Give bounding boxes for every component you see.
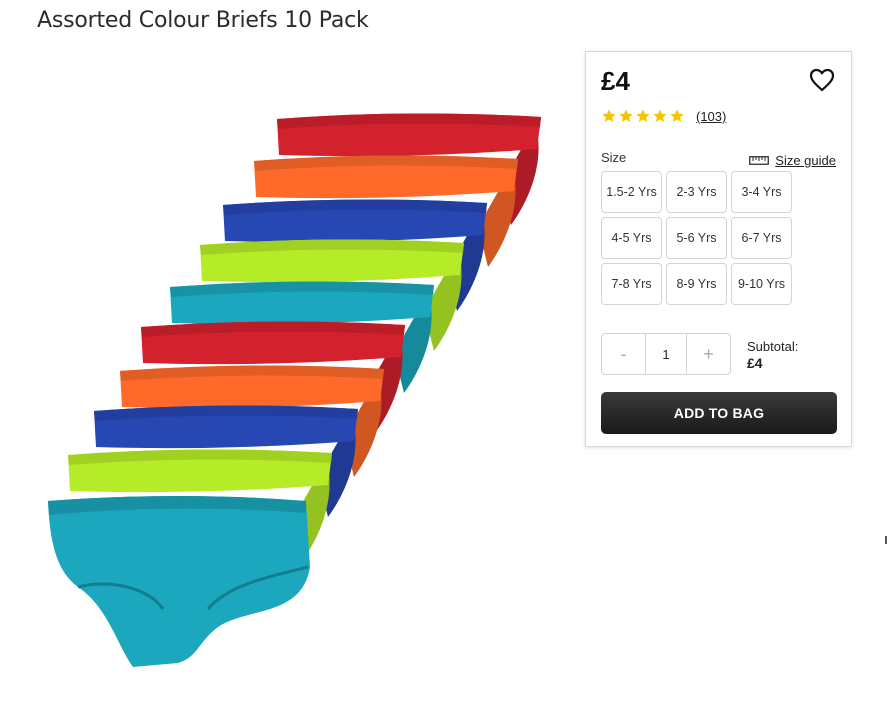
quantity-increase-button[interactable]: + (687, 334, 730, 374)
size-options: 1.5-2 Yrs 2-3 Yrs 3-4 Yrs 4-5 Yrs 5-6 Yr… (601, 171, 792, 305)
buy-box: £4 (103) Size Size guide 1.5-2 Yrs 2-3 Y… (585, 51, 852, 447)
size-guide-link[interactable]: Size guide (749, 153, 836, 168)
star-icon (670, 109, 684, 122)
size-option[interactable]: 3-4 Yrs (731, 171, 792, 213)
size-option[interactable]: 2-3 Yrs (666, 171, 727, 213)
quantity-decrease-button[interactable]: - (602, 334, 645, 374)
size-option[interactable]: 7-8 Yrs (601, 263, 662, 305)
size-label: Size (601, 150, 627, 165)
size-guide-label: Size guide (775, 153, 836, 168)
brief-item (48, 496, 310, 667)
star-icon (636, 109, 650, 122)
review-count-link[interactable]: (103) (696, 109, 726, 124)
subtotal-value: £4 (747, 355, 763, 371)
subtotal: Subtotal: £4 (747, 338, 798, 372)
star-icon (602, 109, 616, 122)
size-option[interactable]: 9-10 Yrs (731, 263, 792, 305)
size-option[interactable]: 5-6 Yrs (666, 217, 727, 259)
subtotal-label: Subtotal: (747, 339, 799, 354)
add-to-bag-button[interactable]: ADD TO BAG (601, 392, 837, 434)
size-option[interactable]: 6-7 Yrs (731, 217, 792, 259)
star-icon (653, 109, 667, 122)
size-option[interactable]: 1.5-2 Yrs (601, 171, 662, 213)
quantity-value[interactable]: 1 (645, 334, 687, 374)
heart-outline-icon[interactable] (809, 68, 835, 92)
briefs-product-image (48, 113, 541, 667)
size-option[interactable]: 8-9 Yrs (666, 263, 727, 305)
price: £4 (601, 66, 630, 96)
rating-stars (601, 108, 685, 124)
product-title: Assorted Colour Briefs 10 Pack (37, 8, 369, 33)
ruler-icon (749, 156, 770, 165)
star-icon (619, 109, 633, 122)
size-option[interactable]: 4-5 Yrs (601, 217, 662, 259)
quantity-stepper: - 1 + (601, 333, 731, 375)
